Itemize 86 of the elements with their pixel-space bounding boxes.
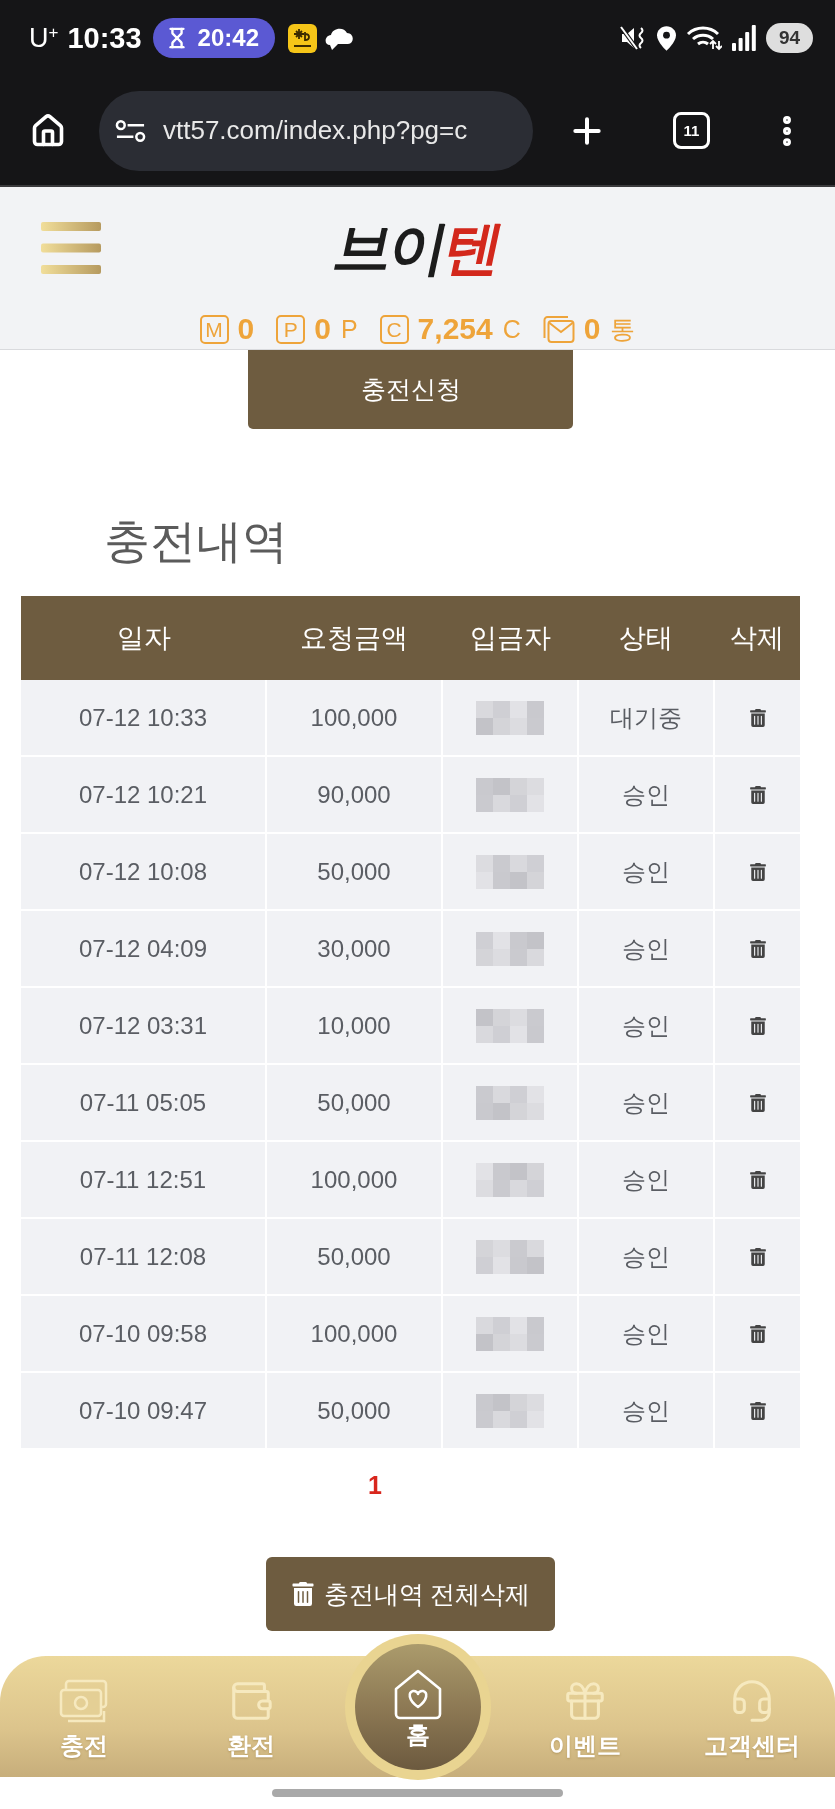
trash-icon[interactable] bbox=[748, 785, 767, 804]
table-cell: 07-11 12:51 bbox=[21, 1142, 265, 1217]
table-cell: 승인 bbox=[579, 911, 713, 986]
tune-icon bbox=[115, 118, 146, 143]
logo-wordmark[interactable]: 브이텐 bbox=[328, 219, 507, 277]
table-cell: 07-12 03:31 bbox=[21, 988, 265, 1063]
column-header: 일자 bbox=[115, 622, 172, 655]
table-cell: 승인 bbox=[579, 1065, 713, 1140]
table-cell: 50,000 bbox=[267, 1373, 441, 1448]
trash-icon[interactable] bbox=[748, 1016, 767, 1035]
trash-icon[interactable] bbox=[748, 1170, 767, 1189]
mosaic-block bbox=[476, 1393, 544, 1428]
table-cell: 승인 bbox=[579, 1219, 713, 1294]
trash-icon[interactable] bbox=[748, 1324, 767, 1343]
balance-value: 7,254 bbox=[417, 314, 493, 344]
table-cell: 07-11 05:05 bbox=[21, 1065, 265, 1140]
home-icon[interactable] bbox=[30, 112, 66, 149]
table-cell: 100,000 bbox=[267, 680, 441, 755]
trash-icon[interactable] bbox=[748, 708, 767, 727]
mosaic-block bbox=[476, 854, 544, 889]
wifi-icon bbox=[686, 25, 722, 51]
location-icon bbox=[657, 25, 676, 51]
currency-badge: M bbox=[199, 314, 229, 344]
table-cell: 50,000 bbox=[267, 1219, 441, 1294]
currency-badge: C bbox=[379, 314, 409, 344]
balance-value: 0 bbox=[583, 314, 601, 344]
table-cell: 100,000 bbox=[267, 1142, 441, 1217]
table-cell: 07-12 04:09 bbox=[21, 911, 265, 986]
table-cell: 승인 bbox=[579, 1373, 713, 1448]
mosaic-block bbox=[476, 1316, 544, 1351]
table-cell: 07-12 10:33 bbox=[21, 680, 265, 755]
table-cell: 30,000 bbox=[267, 911, 441, 986]
section-title: 충전내역 bbox=[104, 518, 288, 564]
table-cell: 50,000 bbox=[267, 834, 441, 909]
table-cell: 07-10 09:58 bbox=[21, 1296, 265, 1371]
carrier-label: U$^{+}$ bbox=[29, 24, 59, 52]
battery-level: 94 bbox=[766, 23, 813, 53]
mosaic-block bbox=[476, 1008, 544, 1043]
charge-request-button[interactable]: 충전신청 bbox=[248, 350, 573, 429]
mosaic-block bbox=[476, 700, 544, 735]
table-cell: 승인 bbox=[579, 1142, 713, 1217]
trash-icon[interactable] bbox=[748, 939, 767, 958]
table-cell: 100,000 bbox=[267, 1296, 441, 1371]
balance-value: 0 bbox=[237, 314, 255, 344]
table-cell: 07-11 12:08 bbox=[21, 1219, 265, 1294]
table-cell: 승인 bbox=[579, 834, 713, 909]
banknote-icon bbox=[58, 1678, 109, 1724]
mosaic-block bbox=[476, 1162, 544, 1197]
currency-badge: P bbox=[276, 314, 306, 344]
trash-icon bbox=[290, 1582, 315, 1606]
table-cell: 10,000 bbox=[267, 988, 441, 1063]
page-link[interactable]: 1 bbox=[368, 1471, 382, 1499]
table-cell: 90,000 bbox=[267, 757, 441, 832]
app-icon bbox=[288, 23, 317, 53]
trash-icon[interactable] bbox=[748, 1401, 767, 1420]
mosaic-block bbox=[476, 931, 544, 966]
balance-unit: 통 bbox=[610, 316, 636, 342]
table-cell: 50,000 bbox=[267, 1065, 441, 1140]
tab-count-button[interactable]: 11 bbox=[673, 112, 710, 149]
column-header: 요청금액 bbox=[299, 622, 409, 655]
signal-icon bbox=[732, 25, 756, 51]
trash-icon[interactable] bbox=[748, 1247, 767, 1266]
address-bar[interactable]: vtt57.com/index.php?pg=c bbox=[99, 90, 533, 171]
table-cell: 07-12 10:08 bbox=[21, 834, 265, 909]
table-cell: 승인 bbox=[579, 757, 713, 832]
balance-unit: P bbox=[340, 316, 358, 342]
timer-chip[interactable]: 20:42 bbox=[152, 18, 275, 58]
column-header: 삭제 bbox=[729, 622, 785, 655]
mail-icon bbox=[542, 314, 575, 344]
column-header: 입금자 bbox=[468, 622, 552, 655]
table-cell: 07-10 09:47 bbox=[21, 1373, 265, 1448]
mosaic-block bbox=[476, 1085, 544, 1120]
column-header: 상태 bbox=[618, 622, 674, 655]
trash-icon[interactable] bbox=[748, 1093, 767, 1112]
delete-all-button[interactable]: 충전내역 전체삭제 bbox=[266, 1557, 555, 1631]
table-cell: 승인 bbox=[579, 988, 713, 1063]
balance-unit: C bbox=[502, 316, 521, 342]
table-cell: 07-12 10:21 bbox=[21, 757, 265, 832]
table-cell: 승인 bbox=[579, 1296, 713, 1371]
mosaic-block bbox=[476, 1239, 544, 1274]
mosaic-block bbox=[476, 777, 544, 812]
home-button[interactable]: 홈 bbox=[344, 1634, 491, 1780]
trash-icon[interactable] bbox=[748, 862, 767, 881]
balance-value: 0 bbox=[314, 314, 331, 344]
table-cell: 대기중 bbox=[579, 680, 713, 755]
clock-time: 10:33 bbox=[67, 23, 142, 53]
